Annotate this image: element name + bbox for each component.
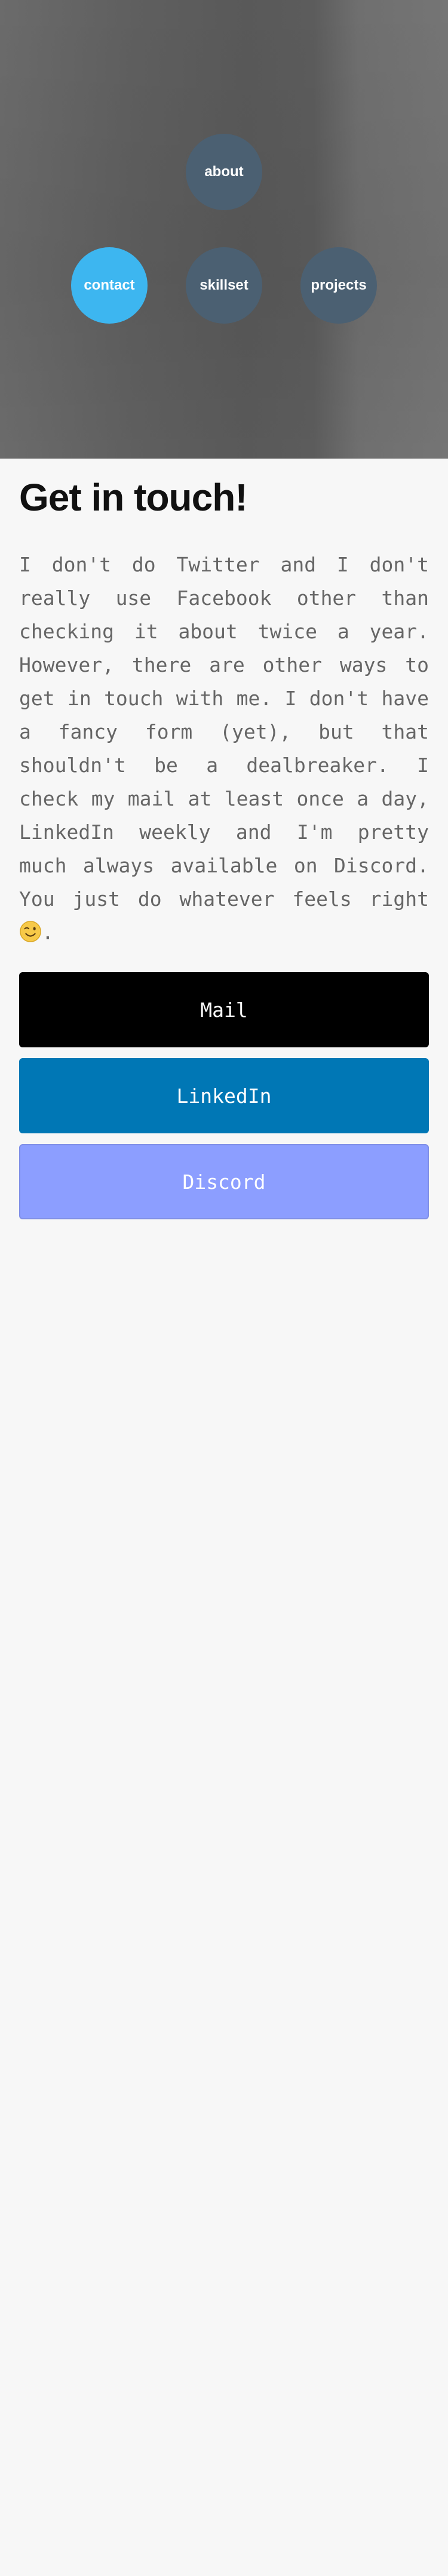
page-title: Get in touch! bbox=[19, 476, 248, 519]
linkedin-button[interactable]: LinkedIn bbox=[19, 1058, 429, 1134]
intro-end: . bbox=[42, 921, 54, 945]
nav-skillset-button[interactable]: skillset bbox=[186, 247, 262, 324]
mail-button[interactable]: Mail bbox=[19, 972, 429, 1048]
intro-text: I don't do Twitter and I don't really us… bbox=[19, 553, 429, 911]
winking-face-icon bbox=[20, 921, 41, 943]
discord-button[interactable]: Discord bbox=[19, 1144, 429, 1220]
nav-contact-button[interactable]: contact bbox=[71, 247, 148, 324]
intro-paragraph: I don't do Twitter and I don't really us… bbox=[19, 548, 429, 949]
contact-section: Get in touch! I don't do Twitter and I d… bbox=[0, 459, 448, 1220]
nav-about-button[interactable]: about bbox=[186, 134, 262, 210]
hero-banner: about contact skillset projects bbox=[0, 0, 448, 459]
nav-projects-button[interactable]: projects bbox=[300, 247, 377, 324]
